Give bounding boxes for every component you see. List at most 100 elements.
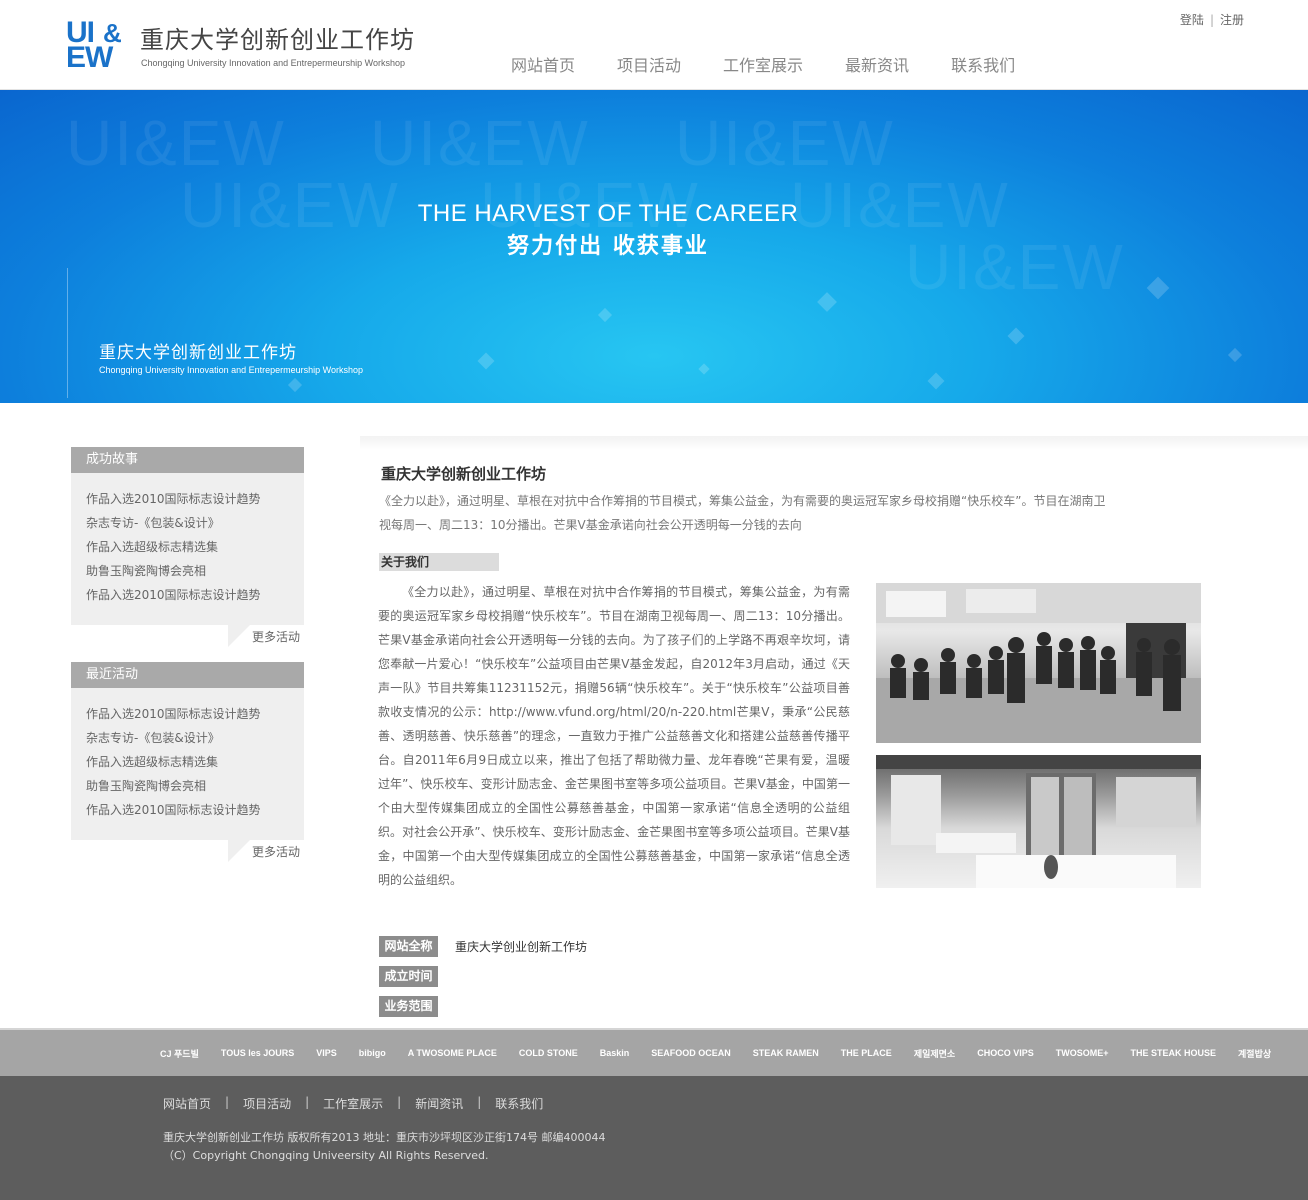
banner-snowflake [1007,327,1025,345]
list-item[interactable]: 作品入选2010国际标志设计趋势 [86,798,304,822]
login-link[interactable]: 登陆 [1180,13,1204,27]
partner-brands-strip: CJ 푸드빌 TOUS les JOURS VIPS bibigo A TWOS… [0,1028,1308,1076]
banner-headline-cn: 努力付出 收获事业 [507,234,709,259]
banner-divider [67,268,68,398]
footer-separator: | [397,1095,402,1109]
banner-snowflake [287,377,303,393]
nav-contact[interactable]: 联系我们 [951,52,1015,76]
info-value: 重庆大学创业创新工作坊 [455,940,588,954]
header: UI & EW 重庆大学创新创业工作坊 Chongqing University… [0,0,1308,90]
more-activities-link[interactable]: 更多活动 [252,843,300,860]
info-row-founded: 成立时间 [379,966,455,987]
office-photo-art [876,755,1201,888]
team-photo [876,583,1201,743]
footer-nav-home[interactable]: 网站首页 [163,1095,211,1112]
list-item[interactable]: 作品入选超级标志精选集 [86,535,304,559]
panel-notch [228,625,250,647]
brand-logo[interactable]: CJ 푸드빌 [160,1047,199,1060]
site-title: 重庆大学创新创业工作坊 [140,26,415,54]
list-item[interactable]: 作品入选2010国际标志设计趋势 [86,702,304,726]
top-links: 登陆 | 注册 [1180,11,1244,28]
brand-logo[interactable]: COLD STONE [519,1048,578,1058]
banner-headline-en: THE HARVEST OF THE CAREER [417,200,799,227]
footer-separator: | [305,1095,310,1109]
intro-paragraph: 《全力以赴》，通过明星、草根在对抗中合作筹捐的节目模式，筹集公益金，为有需要的奥… [379,494,1106,532]
nav-news[interactable]: 最新资讯 [845,52,909,76]
footer-separator: | [225,1095,230,1109]
recent-activities-list: 作品入选2010国际标志设计趋势 杂志专访-《包装&设计》 作品入选超级标志精选… [71,688,304,840]
banner-snowflake [597,307,613,323]
recent-activities-heading: 最近活动 [71,662,304,688]
brand-logo[interactable]: 제일제면소 [914,1047,955,1060]
brand-logo[interactable]: SEAFOOD OCEAN [651,1048,731,1058]
copyright-en: （C）Copyright Chongqing Univeersity All R… [163,1149,489,1162]
success-stories-heading: 成功故事 [71,447,304,473]
brand-logo[interactable]: THE STEAK HOUSE [1131,1048,1217,1058]
top-links-separator: | [1209,13,1214,27]
info-label: 业务范围 [379,996,438,1017]
success-stories-footer: 更多活动 [71,625,304,649]
footer-copyright: 重庆大学创新创业工作坊 版权所有2013 地址：重庆市沙坪坝区沙正街174号 邮… [163,1129,605,1165]
info-label: 成立时间 [379,966,438,987]
hero-banner: UI&EW UI&EW UI&EW UI&EW UI&EW UI&EW UI&E… [0,90,1308,403]
banner-snowflake [817,292,837,312]
brand-logo[interactable]: Baskin [600,1048,630,1058]
site-logo[interactable]: UI & EW [66,18,132,74]
recent-activities-footer: 更多活动 [71,840,304,864]
brand-logo[interactable]: STEAK RAMEN [753,1048,819,1058]
more-activities-link[interactable]: 更多活动 [252,628,300,645]
brand-logo[interactable]: CHOCO VIPS [977,1048,1034,1058]
main-nav: 网站首页 项目活动 工作室展示 最新资讯 联系我们 [490,52,1036,76]
banner-title: 重庆大学创新创业工作坊 [99,343,297,363]
success-stories-list: 作品入选2010国际标志设计趋势 杂志专访-《包装&设计》 作品入选超级标志精选… [71,473,304,625]
footer-nav-news[interactable]: 新闻资讯 [415,1095,463,1112]
banner-snowflake [698,363,710,375]
brand-logos: CJ 푸드빌 TOUS les JOURS VIPS bibigo A TWOS… [160,1030,1293,1076]
footer-separator: | [477,1095,482,1109]
list-item[interactable]: 作品入选超级标志精选集 [86,750,304,774]
nav-projects[interactable]: 项目活动 [617,52,681,76]
brand-logo[interactable]: 계절밥상 [1238,1047,1271,1060]
banner-subtitle: Chongqing University Innovation and Entr… [99,365,363,375]
list-item[interactable]: 杂志专访-《包装&设计》 [86,511,304,535]
banner-snowflake [1227,347,1243,363]
list-item[interactable]: 杂志专访-《包装&设计》 [86,726,304,750]
logo-line2: EW [66,41,113,74]
banner-snowflake [927,372,945,390]
office-photo [876,755,1201,888]
register-link[interactable]: 注册 [1220,13,1244,27]
footer-nav: 网站首页 | 项目活动 | 工作室展示 | 新闻资讯 | 联系我们 [163,1095,543,1112]
footer: 网站首页 | 项目活动 | 工作室展示 | 新闻资讯 | 联系我们 重庆大学创新… [0,1076,1308,1200]
brand-logo[interactable]: TWOSOME+ [1056,1048,1109,1058]
logo-ampersand: & [103,18,122,48]
brand-logo[interactable]: bibigo [359,1048,386,1058]
recent-activities-panel: 最近活动 作品入选2010国际标志设计趋势 杂志专访-《包装&设计》 作品入选超… [71,662,304,864]
list-item[interactable]: 助鲁玉陶瓷陶博会亮相 [86,559,304,583]
about-us-heading: 关于我们 [379,553,499,571]
nav-studio[interactable]: 工作室展示 [723,52,803,76]
success-stories-panel: 成功故事 作品入选2010国际标志设计趋势 杂志专访-《包装&设计》 作品入选超… [71,447,304,649]
info-label: 网站全称 [379,936,438,957]
footer-nav-projects[interactable]: 项目活动 [243,1095,291,1112]
about-us-paragraph: 《全力以赴》，通过明星、草根在对抗中合作筹捐的节目模式，筹集公益金，为有需要的奥… [378,585,850,887]
list-item[interactable]: 作品入选2010国际标志设计趋势 [86,583,304,607]
page-title: 重庆大学创新创业工作坊 [381,465,547,483]
list-item[interactable]: 作品入选2010国际标志设计趋势 [86,487,304,511]
copyright-cn: 重庆大学创新创业工作坊 版权所有2013 地址：重庆市沙坪坝区沙正街174号 邮… [163,1131,606,1144]
info-row-fullname: 网站全称 重庆大学创业创新工作坊 [379,936,587,957]
brand-logo[interactable]: THE PLACE [841,1048,892,1058]
site-subtitle: Chongqing University Innovation and Entr… [141,58,405,68]
footer-nav-contact[interactable]: 联系我们 [495,1095,543,1112]
info-row-scope: 业务范围 [379,996,455,1017]
team-photo-art [876,583,1201,743]
brand-logo[interactable]: A TWOSOME PLACE [408,1048,497,1058]
footer-nav-studio[interactable]: 工作室展示 [323,1095,383,1112]
banner-snowflake [1146,276,1170,300]
brand-logo[interactable]: TOUS les JOURS [221,1048,294,1058]
nav-home[interactable]: 网站首页 [511,52,575,76]
brand-logo[interactable]: VIPS [316,1048,337,1058]
banner-snowflake [477,352,495,370]
list-item[interactable]: 助鲁玉陶瓷陶博会亮相 [86,774,304,798]
panel-notch [228,840,250,862]
content-top-shadow [360,436,1308,450]
